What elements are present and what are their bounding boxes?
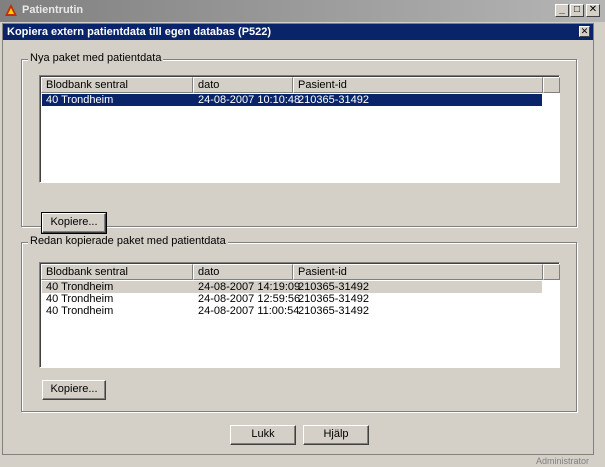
column-header-sentral[interactable]: Blodbank sentral xyxy=(41,264,193,280)
column-header-pasient[interactable]: Pasient-id xyxy=(293,77,543,93)
minimize-button[interactable]: _ xyxy=(555,4,569,17)
maximize-button[interactable]: □ xyxy=(570,4,584,17)
cell-dato: 24-08-2007 11:00:54 xyxy=(198,305,300,317)
cell-pasient: 210365-31492 xyxy=(298,281,369,293)
cell-pasient: 210365-31492 xyxy=(298,94,369,106)
table-row[interactable]: 40 Trondheim 24-08-2007 12:59:56 210365-… xyxy=(42,293,542,305)
column-header-sentral[interactable]: Blodbank sentral xyxy=(41,77,193,93)
copied-packages-legend: Redan kopierade paket med patientdata xyxy=(28,235,228,247)
app-window: Patientrutin _ □ ✕ Kopiera extern patien… xyxy=(0,0,605,467)
cell-dato: 24-08-2007 12:59:56 xyxy=(198,293,301,305)
minimize-icon: _ xyxy=(559,4,565,15)
column-header-dato[interactable]: dato xyxy=(193,264,293,280)
dialog-titlebar[interactable]: Kopiera extern patientdata till egen dat… xyxy=(3,24,593,40)
statusbar: Administrator xyxy=(0,456,605,467)
new-packages-group: Nya paket med patientdata Blodbank sentr… xyxy=(21,52,577,234)
copy-new-button[interactable]: Kopiere... xyxy=(41,212,107,234)
cell-dato: 24-08-2007 14:19:09 xyxy=(198,281,301,293)
copied-packages-list[interactable]: Blodbank sentral dato Pasient-id 40 Tron… xyxy=(39,262,560,368)
maximize-icon: □ xyxy=(573,4,581,15)
close-icon: ✕ xyxy=(580,26,589,36)
cell-sentral: 40 Trondheim xyxy=(46,305,114,317)
dialog-title: Kopiera extern patientdata till egen dat… xyxy=(7,26,272,38)
app-titlebar[interactable]: Patientrutin _ □ ✕ xyxy=(0,0,605,22)
column-header-dato[interactable]: dato xyxy=(193,77,293,93)
cell-pasient: 210365-31492 xyxy=(298,293,369,305)
new-packages-legend: Nya paket med patientdata xyxy=(28,52,164,64)
column-header-filler xyxy=(543,264,560,280)
column-header-filler xyxy=(543,77,560,93)
new-packages-list[interactable]: Blodbank sentral dato Pasient-id 40 Tron… xyxy=(39,75,560,183)
list-header: Blodbank sentral dato Pasient-id xyxy=(41,77,560,93)
cell-dato: 24-08-2007 10:10:48 xyxy=(198,94,301,106)
copied-packages-group: Redan kopierade paket med patientdata Bl… xyxy=(21,235,577,412)
table-row[interactable]: 40 Trondheim 24-08-2007 14:19:09 210365-… xyxy=(42,281,542,293)
cell-sentral: 40 Trondheim xyxy=(46,94,114,106)
help-button[interactable]: Hjälp xyxy=(303,425,369,445)
status-text: Administrator xyxy=(535,456,589,466)
app-logo-icon xyxy=(5,4,17,16)
table-row[interactable]: 40 Trondheim 24-08-2007 11:00:54 210365-… xyxy=(42,305,542,317)
close-dialog-button[interactable]: Lukk xyxy=(230,425,296,445)
copy-copied-button[interactable]: Kopiere... xyxy=(42,380,106,400)
list-header: Blodbank sentral dato Pasient-id xyxy=(41,264,560,280)
close-icon: ✕ xyxy=(588,4,598,15)
cell-pasient: 210365-31492 xyxy=(298,305,369,317)
copy-dialog: Kopiera extern patientdata till egen dat… xyxy=(2,23,594,455)
table-row[interactable]: 40 Trondheim 24-08-2007 10:10:48 210365-… xyxy=(42,94,542,106)
cell-sentral: 40 Trondheim xyxy=(46,281,114,293)
dialog-close-button[interactable]: ✕ xyxy=(579,26,590,37)
close-button[interactable]: ✕ xyxy=(586,4,600,17)
app-title: Patientrutin xyxy=(22,4,84,16)
column-header-pasient[interactable]: Pasient-id xyxy=(293,264,543,280)
cell-sentral: 40 Trondheim xyxy=(46,293,114,305)
